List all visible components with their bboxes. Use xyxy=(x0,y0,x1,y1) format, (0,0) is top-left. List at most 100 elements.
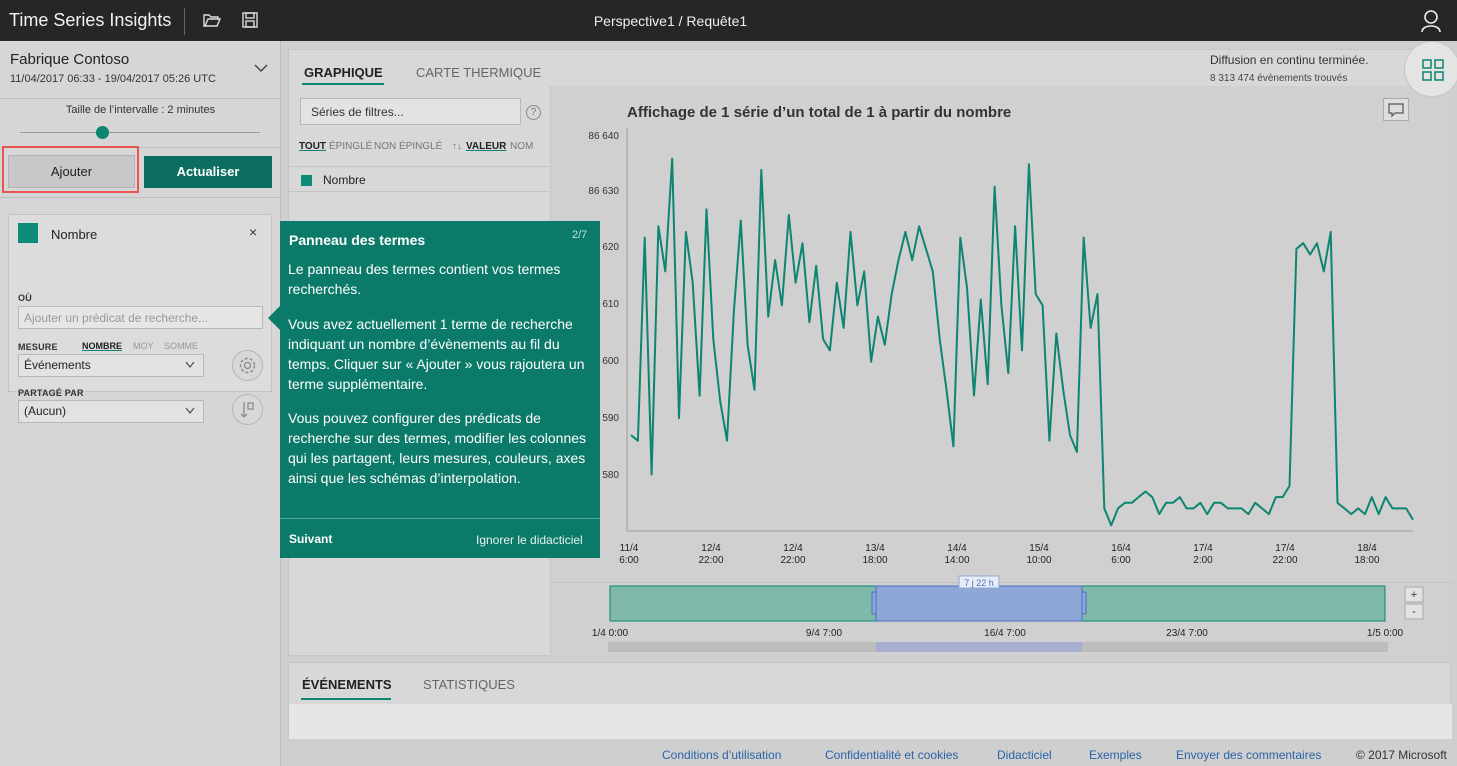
tutorial-popover: Panneau des termes 2/7 Le panneau des te… xyxy=(280,221,600,558)
footer-link-feedback[interactable]: Envoyer des commentaires xyxy=(1176,748,1321,762)
brush-handle-left xyxy=(871,591,877,615)
measure-select[interactable]: Événements xyxy=(18,354,204,377)
zoom-in-label: + xyxy=(1411,589,1417,601)
environment-name: Fabrique Contoso xyxy=(10,51,130,68)
x-tick-label: 17/4 xyxy=(1193,543,1213,554)
tab-events[interactable]: ÉVÉNEMENTS xyxy=(302,677,392,692)
tutorial-title: Panneau des termes xyxy=(289,232,426,248)
top-bar: Time Series Insights Perspective1 / Requ… xyxy=(0,0,1457,41)
series-list-item[interactable]: Nombre xyxy=(289,166,550,192)
term-name: Nombre xyxy=(51,227,98,242)
y-tick-label: 580 xyxy=(602,470,619,481)
event-count: 8 313 474 évènements trouvés xyxy=(1210,73,1348,84)
help-icon[interactable]: ? xyxy=(526,105,541,120)
y-tick-label: 590 xyxy=(602,413,619,424)
x-tick-label: 18:00 xyxy=(862,555,887,566)
bottom-panel: ÉVÉNEMENTS STATISTIQUES xyxy=(288,662,1452,739)
y-tick-label: 620 xyxy=(602,242,619,253)
x-tick-label: 22:00 xyxy=(780,555,805,566)
gear-icon[interactable] xyxy=(232,350,263,381)
tutorial-skip-button[interactable]: Ignorer le didacticiel xyxy=(476,533,583,547)
x-tick-label: 17/4 xyxy=(1275,543,1295,554)
chevron-down-icon xyxy=(185,361,195,369)
measure-option-count[interactable]: NOMBRE xyxy=(82,341,122,351)
filter-tab-pinned[interactable]: ÉPINGLÉ xyxy=(329,141,372,152)
x-tick-label: 16/4 xyxy=(1111,543,1131,554)
measure-option-sum[interactable]: SOMME xyxy=(164,341,198,351)
y-tick-label: 610 xyxy=(602,299,619,310)
brush-selection xyxy=(875,585,1083,622)
filter-tab-all[interactable]: TOUT xyxy=(299,141,326,152)
filter-tab-unpinned[interactable]: NON ÉPINGLÉ xyxy=(374,141,442,152)
interval-slider-thumb[interactable] xyxy=(96,126,109,139)
footer-link-terms[interactable]: Conditions d’utilisation xyxy=(662,748,781,762)
tab-heatmap[interactable]: CARTE THERMIQUE xyxy=(416,65,541,80)
x-tick-label: 11/4 xyxy=(620,543,639,554)
stream-status: Diffusion en continu terminée. xyxy=(1210,53,1369,67)
brush-handle-right xyxy=(1081,591,1087,615)
x-tick-label: 12/4 xyxy=(783,543,803,554)
y-tick-label: 86 630 xyxy=(588,186,619,197)
tutorial-paragraph: Vous avez actuellement 1 terme de recher… xyxy=(288,316,585,392)
tab-statistics[interactable]: STATISTIQUES xyxy=(423,677,515,692)
split-by-select[interactable]: (Aucun) xyxy=(18,400,204,423)
close-icon[interactable]: × xyxy=(249,224,257,240)
events-content xyxy=(289,704,1452,739)
brush-tick-label: 1/5 0:00 xyxy=(1367,628,1404,639)
layout-button[interactable] xyxy=(1404,41,1457,97)
chevron-down-icon[interactable] xyxy=(254,63,268,73)
measure-label: MESURE xyxy=(18,342,58,352)
tutorial-pointer xyxy=(268,306,280,330)
tab-chart[interactable]: GRAPHIQUE xyxy=(304,65,383,80)
sort-icon[interactable]: ↑↓ xyxy=(452,141,462,152)
tutorial-step: 2/7 xyxy=(572,229,588,241)
divider xyxy=(0,197,281,198)
x-tick-label: 2:00 xyxy=(1193,555,1213,566)
zoom-out-label: - xyxy=(1412,606,1416,618)
tutorial-paragraph: Le panneau des termes contient vos terme… xyxy=(288,261,561,297)
x-tick-label: 10:00 xyxy=(1026,555,1051,566)
x-tick-label: 12/4 xyxy=(701,543,721,554)
left-panel: Fabrique Contoso 11/04/2017 06:33 - 19/0… xyxy=(0,41,281,766)
split-by-select-value: (Aucun) xyxy=(24,404,67,418)
divider xyxy=(551,582,1453,583)
measure-select-value: Événements xyxy=(24,358,91,372)
brush-tick-label: 9/4 7:00 xyxy=(806,628,843,639)
tab-active-indicator xyxy=(301,698,391,700)
chevron-down-icon xyxy=(185,407,195,415)
series-filter-input[interactable]: Séries de filtres... xyxy=(300,98,521,125)
footer-link-samples[interactable]: Exemples xyxy=(1089,748,1142,762)
measure-option-avg[interactable]: MOY xyxy=(133,341,154,351)
sort-by-value[interactable]: VALEUR xyxy=(466,141,506,152)
footer-link-tutorial[interactable]: Didacticiel xyxy=(997,748,1052,762)
user-icon[interactable] xyxy=(1420,9,1442,33)
footer-link-privacy[interactable]: Confidentialité et cookies xyxy=(825,748,958,762)
chart-area: Affichage de 1 série d’un total de 1 à p… xyxy=(550,86,1453,656)
x-tick-label: 22:00 xyxy=(1272,555,1297,566)
refresh-button[interactable]: Actualiser xyxy=(144,156,272,188)
sort-by-name[interactable]: NOM xyxy=(510,141,533,152)
line-chart[interactable]: 86 64086 63062061060059058011/46:0012/42… xyxy=(551,86,1453,656)
environment-range: 11/04/2017 06:33 - 19/04/2017 05:26 UTC xyxy=(10,73,216,85)
tutorial-next-button[interactable]: Suivant xyxy=(289,532,332,546)
breadcrumb: Perspective1 / Requête1 xyxy=(593,13,748,29)
y-tick-label: 86 640 xyxy=(588,131,619,142)
where-predicate-input[interactable]: Ajouter un prédicat de recherche... xyxy=(18,306,263,329)
x-tick-label: 6:00 xyxy=(619,555,639,566)
x-tick-label: 18:00 xyxy=(1354,555,1379,566)
divider xyxy=(0,98,281,99)
grid-layout-icon xyxy=(1422,59,1444,81)
interval-slider[interactable] xyxy=(20,132,260,133)
tab-active-indicator xyxy=(302,83,384,85)
tutorial-divider xyxy=(280,518,600,519)
term-card: Nombre × OÙ Ajouter un prédicat de reche… xyxy=(8,214,272,425)
brush-scrollbar-thumb xyxy=(876,642,1082,652)
term-color-swatch[interactable] xyxy=(18,223,38,243)
brush-tick-label: 23/4 7:00 xyxy=(1166,628,1208,639)
x-tick-label: 18/4 xyxy=(1357,543,1377,554)
x-tick-label: 14:00 xyxy=(944,555,969,566)
x-tick-label: 15/4 xyxy=(1029,543,1049,554)
split-icon[interactable] xyxy=(232,394,263,425)
where-label: OÙ xyxy=(18,293,32,303)
add-button[interactable]: Ajouter xyxy=(8,155,135,188)
